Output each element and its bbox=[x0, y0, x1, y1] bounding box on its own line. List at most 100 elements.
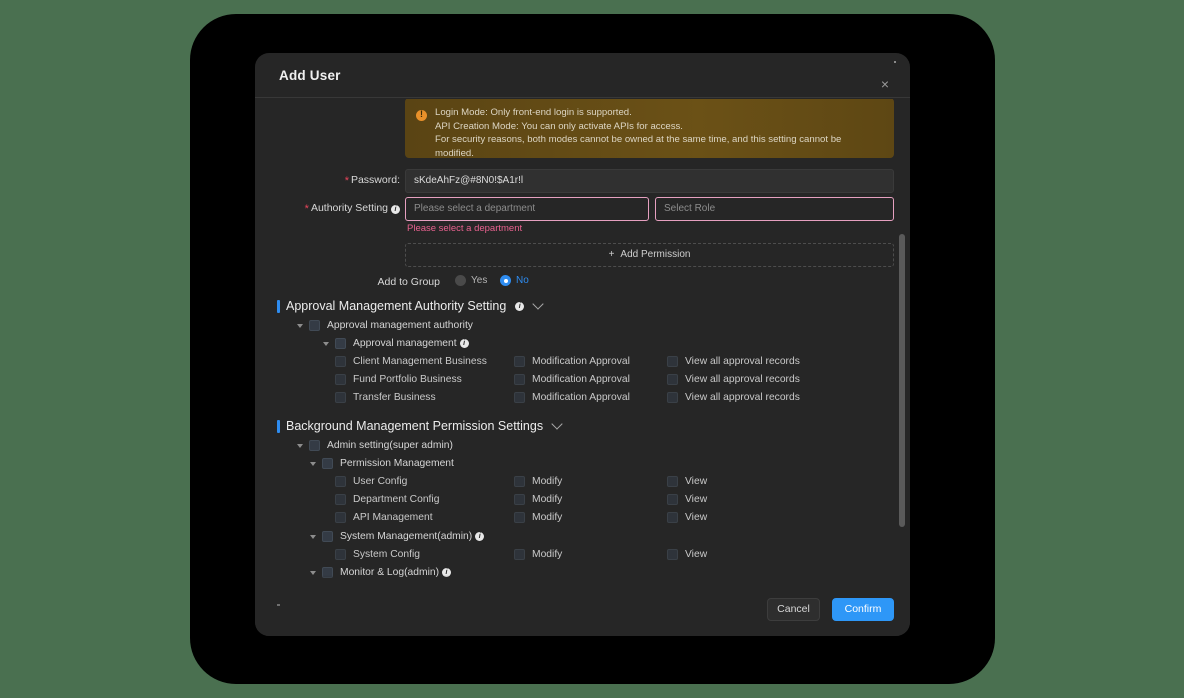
checkbox[interactable] bbox=[514, 392, 525, 403]
info-icon[interactable]: i bbox=[515, 301, 525, 311]
tree-node-admin-setting[interactable]: Admin setting(super admin) bbox=[297, 440, 453, 451]
checkbox-view-api-management[interactable]: View bbox=[667, 512, 707, 523]
checkbox-modification-approval-3[interactable]: Modification Approval bbox=[514, 392, 630, 403]
checkbox[interactable] bbox=[335, 392, 346, 403]
info-icon[interactable]: i bbox=[391, 205, 400, 214]
checkbox-view-user-config[interactable]: View bbox=[667, 476, 707, 487]
checkbox-label: Modify bbox=[532, 494, 563, 505]
checkbox-department-config[interactable]: Department Config bbox=[335, 494, 439, 505]
info-icon[interactable]: i bbox=[459, 339, 469, 348]
checkbox-view-system-config[interactable]: View bbox=[667, 549, 707, 560]
tree-node-label: Permission Management bbox=[340, 458, 454, 469]
tree-node-approval-management[interactable]: Approval management i bbox=[323, 338, 469, 349]
info-icon[interactable]: i bbox=[475, 532, 485, 541]
checkbox[interactable] bbox=[514, 356, 525, 367]
checkbox[interactable] bbox=[667, 476, 678, 487]
background-section-header[interactable]: Background Management Permission Setting… bbox=[277, 418, 563, 433]
checkbox[interactable] bbox=[309, 320, 320, 331]
caret-down-icon[interactable] bbox=[310, 461, 316, 466]
checkbox[interactable] bbox=[667, 374, 678, 385]
checkbox[interactable] bbox=[667, 512, 678, 523]
checkbox[interactable] bbox=[322, 458, 333, 469]
section-accent-bar bbox=[277, 299, 280, 313]
checkbox-label: Modify bbox=[532, 512, 563, 523]
chevron-down-icon[interactable] bbox=[532, 298, 544, 310]
scrollbar-thumb[interactable] bbox=[899, 234, 905, 527]
role-select[interactable]: Select Role bbox=[655, 197, 894, 221]
decorative-dot bbox=[277, 604, 280, 606]
checkbox-modify-department-config[interactable]: Modify bbox=[514, 494, 562, 505]
checkbox[interactable] bbox=[514, 494, 525, 505]
checkbox-label: Fund Portfolio Business bbox=[353, 374, 462, 385]
checkbox[interactable] bbox=[514, 374, 525, 385]
checkbox-view-all-approval-records-3[interactable]: View all approval records bbox=[667, 392, 800, 403]
radio-no[interactable]: No bbox=[500, 275, 529, 286]
caret-down-icon[interactable] bbox=[310, 534, 316, 539]
tree-node-permission-management[interactable]: Permission Management bbox=[310, 458, 454, 469]
caret-down-icon[interactable] bbox=[310, 570, 316, 575]
banner-line-3: For security reasons, both modes cannot … bbox=[435, 134, 842, 146]
checkbox-view-all-approval-records-2[interactable]: View all approval records bbox=[667, 374, 800, 385]
checkbox[interactable] bbox=[335, 338, 346, 349]
checkbox[interactable] bbox=[514, 512, 525, 523]
checkbox[interactable] bbox=[667, 356, 678, 367]
checkbox[interactable] bbox=[667, 549, 678, 560]
checkbox-view-department-config[interactable]: View bbox=[667, 494, 707, 505]
checkbox-label: Modify bbox=[532, 549, 563, 560]
checkbox[interactable] bbox=[514, 476, 525, 487]
add-permission-label: Add Permission bbox=[620, 249, 691, 260]
checkbox-client-management-business[interactable]: Client Management Business bbox=[335, 356, 487, 367]
checkbox[interactable] bbox=[335, 512, 346, 523]
checkbox-transfer-business[interactable]: Transfer Business bbox=[335, 392, 436, 403]
confirm-button[interactable]: Confirm bbox=[832, 598, 894, 621]
checkbox[interactable] bbox=[335, 494, 346, 505]
caret-down-icon[interactable] bbox=[297, 443, 303, 448]
caret-down-icon[interactable] bbox=[323, 341, 329, 346]
checkbox[interactable] bbox=[335, 374, 346, 385]
checkbox[interactable] bbox=[322, 531, 333, 542]
authority-setting-label: * Authority Setting i bbox=[255, 202, 400, 215]
checkbox-modify-system-config[interactable]: Modify bbox=[514, 549, 562, 560]
close-icon[interactable]: × bbox=[876, 75, 894, 93]
checkbox[interactable] bbox=[309, 440, 320, 451]
checkbox[interactable] bbox=[335, 356, 346, 367]
checkbox-label: View all approval records bbox=[685, 356, 800, 367]
tree-node-approval-authority[interactable]: Approval management authority bbox=[297, 320, 473, 331]
checkbox-modify-api-management[interactable]: Modify bbox=[514, 512, 562, 523]
checkbox-label: View all approval records bbox=[685, 392, 800, 403]
radio-yes[interactable]: Yes bbox=[455, 275, 487, 286]
checkbox[interactable] bbox=[514, 549, 525, 560]
password-field[interactable]: sKdeAhFz@#8N0!$A1r!l bbox=[405, 169, 894, 193]
tree-node-label: Approval management authority bbox=[327, 320, 473, 331]
checkbox[interactable] bbox=[335, 476, 346, 487]
checkbox-label: User Config bbox=[353, 476, 408, 487]
scrollbar[interactable] bbox=[899, 99, 905, 585]
radio-no-indicator bbox=[500, 275, 511, 286]
tree-node-system-management[interactable]: System Management(admin) i bbox=[310, 531, 485, 542]
password-label: * Password: bbox=[344, 174, 400, 187]
checkbox-modify-user-config[interactable]: Modify bbox=[514, 476, 562, 487]
checkbox-modification-approval-1[interactable]: Modification Approval bbox=[514, 356, 630, 367]
checkbox-fund-portfolio-business[interactable]: Fund Portfolio Business bbox=[335, 374, 462, 385]
checkbox-label: View bbox=[685, 549, 708, 560]
approval-section-header[interactable]: Approval Management Authority Setting i bbox=[277, 298, 544, 313]
department-select[interactable]: Please select a department bbox=[405, 197, 649, 221]
checkbox-user-config[interactable]: User Config bbox=[335, 476, 407, 487]
checkbox[interactable] bbox=[667, 494, 678, 505]
chevron-down-icon[interactable] bbox=[551, 418, 563, 430]
add-to-group-label: Add to Group bbox=[377, 276, 440, 288]
checkbox-label: API Management bbox=[353, 512, 433, 523]
checkbox[interactable] bbox=[335, 549, 346, 560]
checkbox-label: Modification Approval bbox=[532, 374, 630, 385]
checkbox-modification-approval-2[interactable]: Modification Approval bbox=[514, 374, 630, 385]
checkbox-api-management[interactable]: API Management bbox=[335, 512, 433, 523]
department-error-message: Please select a department bbox=[407, 223, 523, 234]
checkbox-view-all-approval-records-1[interactable]: View all approval records bbox=[667, 356, 800, 367]
radio-no-label: No bbox=[516, 275, 529, 286]
add-permission-button[interactable]: + Add Permission bbox=[405, 243, 894, 267]
required-marker: * bbox=[344, 175, 349, 187]
cancel-button[interactable]: Cancel bbox=[767, 598, 820, 621]
checkbox-system-config[interactable]: System Config bbox=[335, 549, 420, 560]
caret-down-icon[interactable] bbox=[297, 323, 303, 328]
checkbox[interactable] bbox=[667, 392, 678, 403]
